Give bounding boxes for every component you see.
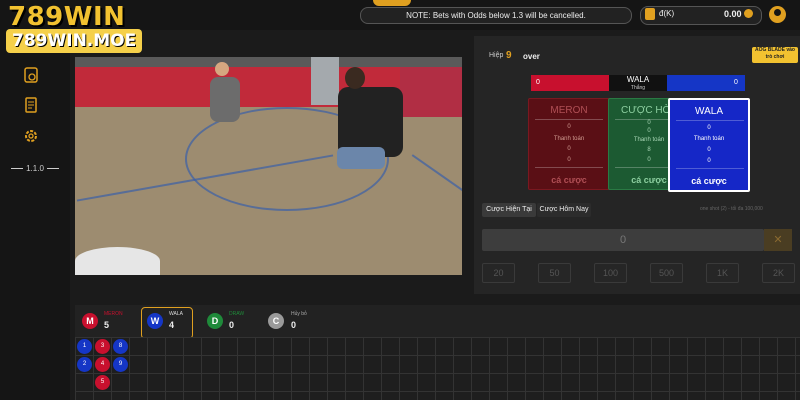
divider [676,168,744,169]
wala-stat-badge: W [147,313,163,329]
wala-stat-count: 4 [169,320,175,330]
bet-card-wala[interactable]: WALA 0 Thanh toán 0 0 cá cược [668,98,750,192]
meron-stat-count: 5 [104,320,110,330]
draw-stat-badge: D [207,313,223,329]
video-foreground-arm [75,247,160,275]
chip-button[interactable]: 2K [762,263,795,283]
bet-card-value: 0 [707,147,711,153]
chip-button[interactable]: 1K [706,263,739,283]
aog-blade-badge[interactable]: AOG BLADE vào trò chơi [752,47,798,63]
result-bead: 2 [77,357,92,372]
result-bead: 4 [95,357,110,372]
result-bead: 5 [95,375,110,390]
meron-stat-label: MERON [104,311,123,317]
chip-button[interactable]: 100 [594,263,627,283]
wala-result-value: 0 [734,79,738,86]
cancel-stat-badge: C [268,313,284,329]
bet-limits: one shot (2) - tối đa 100,000 [700,206,763,212]
gear-icon[interactable] [22,127,40,145]
bet-card-value: 0 [567,157,571,163]
balance-value: 0.00 [724,9,742,19]
bet-card-payout-label: Thanh toán [553,136,585,142]
app-version: 1.1.0 [5,164,65,173]
chip-button[interactable]: 50 [538,263,571,283]
bet-card-value: 0 [707,158,711,164]
tab-current-bets[interactable]: Cược Hiện Tại [482,203,536,217]
balance-unit: đ(K) [659,9,675,18]
bet-card-value: 0 [567,124,571,130]
video-handler-legs [337,147,385,169]
meron-result-value: 0 [536,79,540,86]
notice-banner: NOTE: Bets with Odds below 1.3 will be c… [360,7,632,24]
round-status: over [523,52,540,61]
divider [676,120,744,121]
result-bead: 1 [77,339,92,354]
clear-amount-button[interactable]: ✕ [764,229,792,251]
notice-tab [373,0,411,6]
video-arena-wall-right [400,67,462,117]
bet-card-meron[interactable]: MERON 0 Thanh toán 0 0 cá cược [528,98,610,190]
chip-button[interactable]: 20 [482,263,515,283]
bet-card-value: 0 [707,125,711,131]
tab-today-bets[interactable]: Cược Hôm Nay [537,203,591,217]
divider [535,119,603,120]
meron-stat-badge: M [82,313,98,329]
video-spectator [311,57,339,105]
result-bead: 3 [95,339,110,354]
cancel-stat-label: Hủy bỏ [291,311,307,317]
results-grid [75,337,800,400]
round-label: Hiệp [489,52,504,59]
result-bead: 9 [113,357,128,372]
round-number: 9 [506,50,512,61]
cancel-stat-count: 0 [291,320,297,330]
brand-domain: 789WIN.MOE [6,29,143,53]
wallet-icon [645,8,655,20]
video-handler-head [215,62,229,76]
winner-sub: Thắng [630,85,646,91]
bet-button-label[interactable]: cá cược [529,175,609,185]
video-handler-left [210,77,240,122]
result-bead: 8 [113,339,128,354]
divider [535,167,603,168]
wallet-icon[interactable] [22,66,40,84]
bet-button-label[interactable]: cá cược [670,176,748,186]
bet-amount-input[interactable]: 0 [482,229,764,251]
meron-result-bar [531,75,609,91]
user-icon[interactable] [769,6,786,23]
wala-stat-label: WALA [169,311,183,317]
brand-logo[interactable]: 789WIN [8,2,125,32]
chip-button[interactable]: 500 [650,263,683,283]
bet-card-title: WALA [695,106,723,117]
draw-stat-label: DRAW [229,311,245,317]
document-icon[interactable] [22,96,40,114]
bet-card-title: MERON [550,105,588,116]
sidebar [0,30,70,400]
bet-card-value: 0 [567,146,571,152]
winner-name: WALA [626,75,650,84]
live-video[interactable] [75,57,462,275]
draw-stat-count: 0 [229,320,235,330]
bet-card-payout-label: Thanh toán [693,136,725,142]
coin-icon [744,9,753,18]
video-handler-head [345,67,365,89]
